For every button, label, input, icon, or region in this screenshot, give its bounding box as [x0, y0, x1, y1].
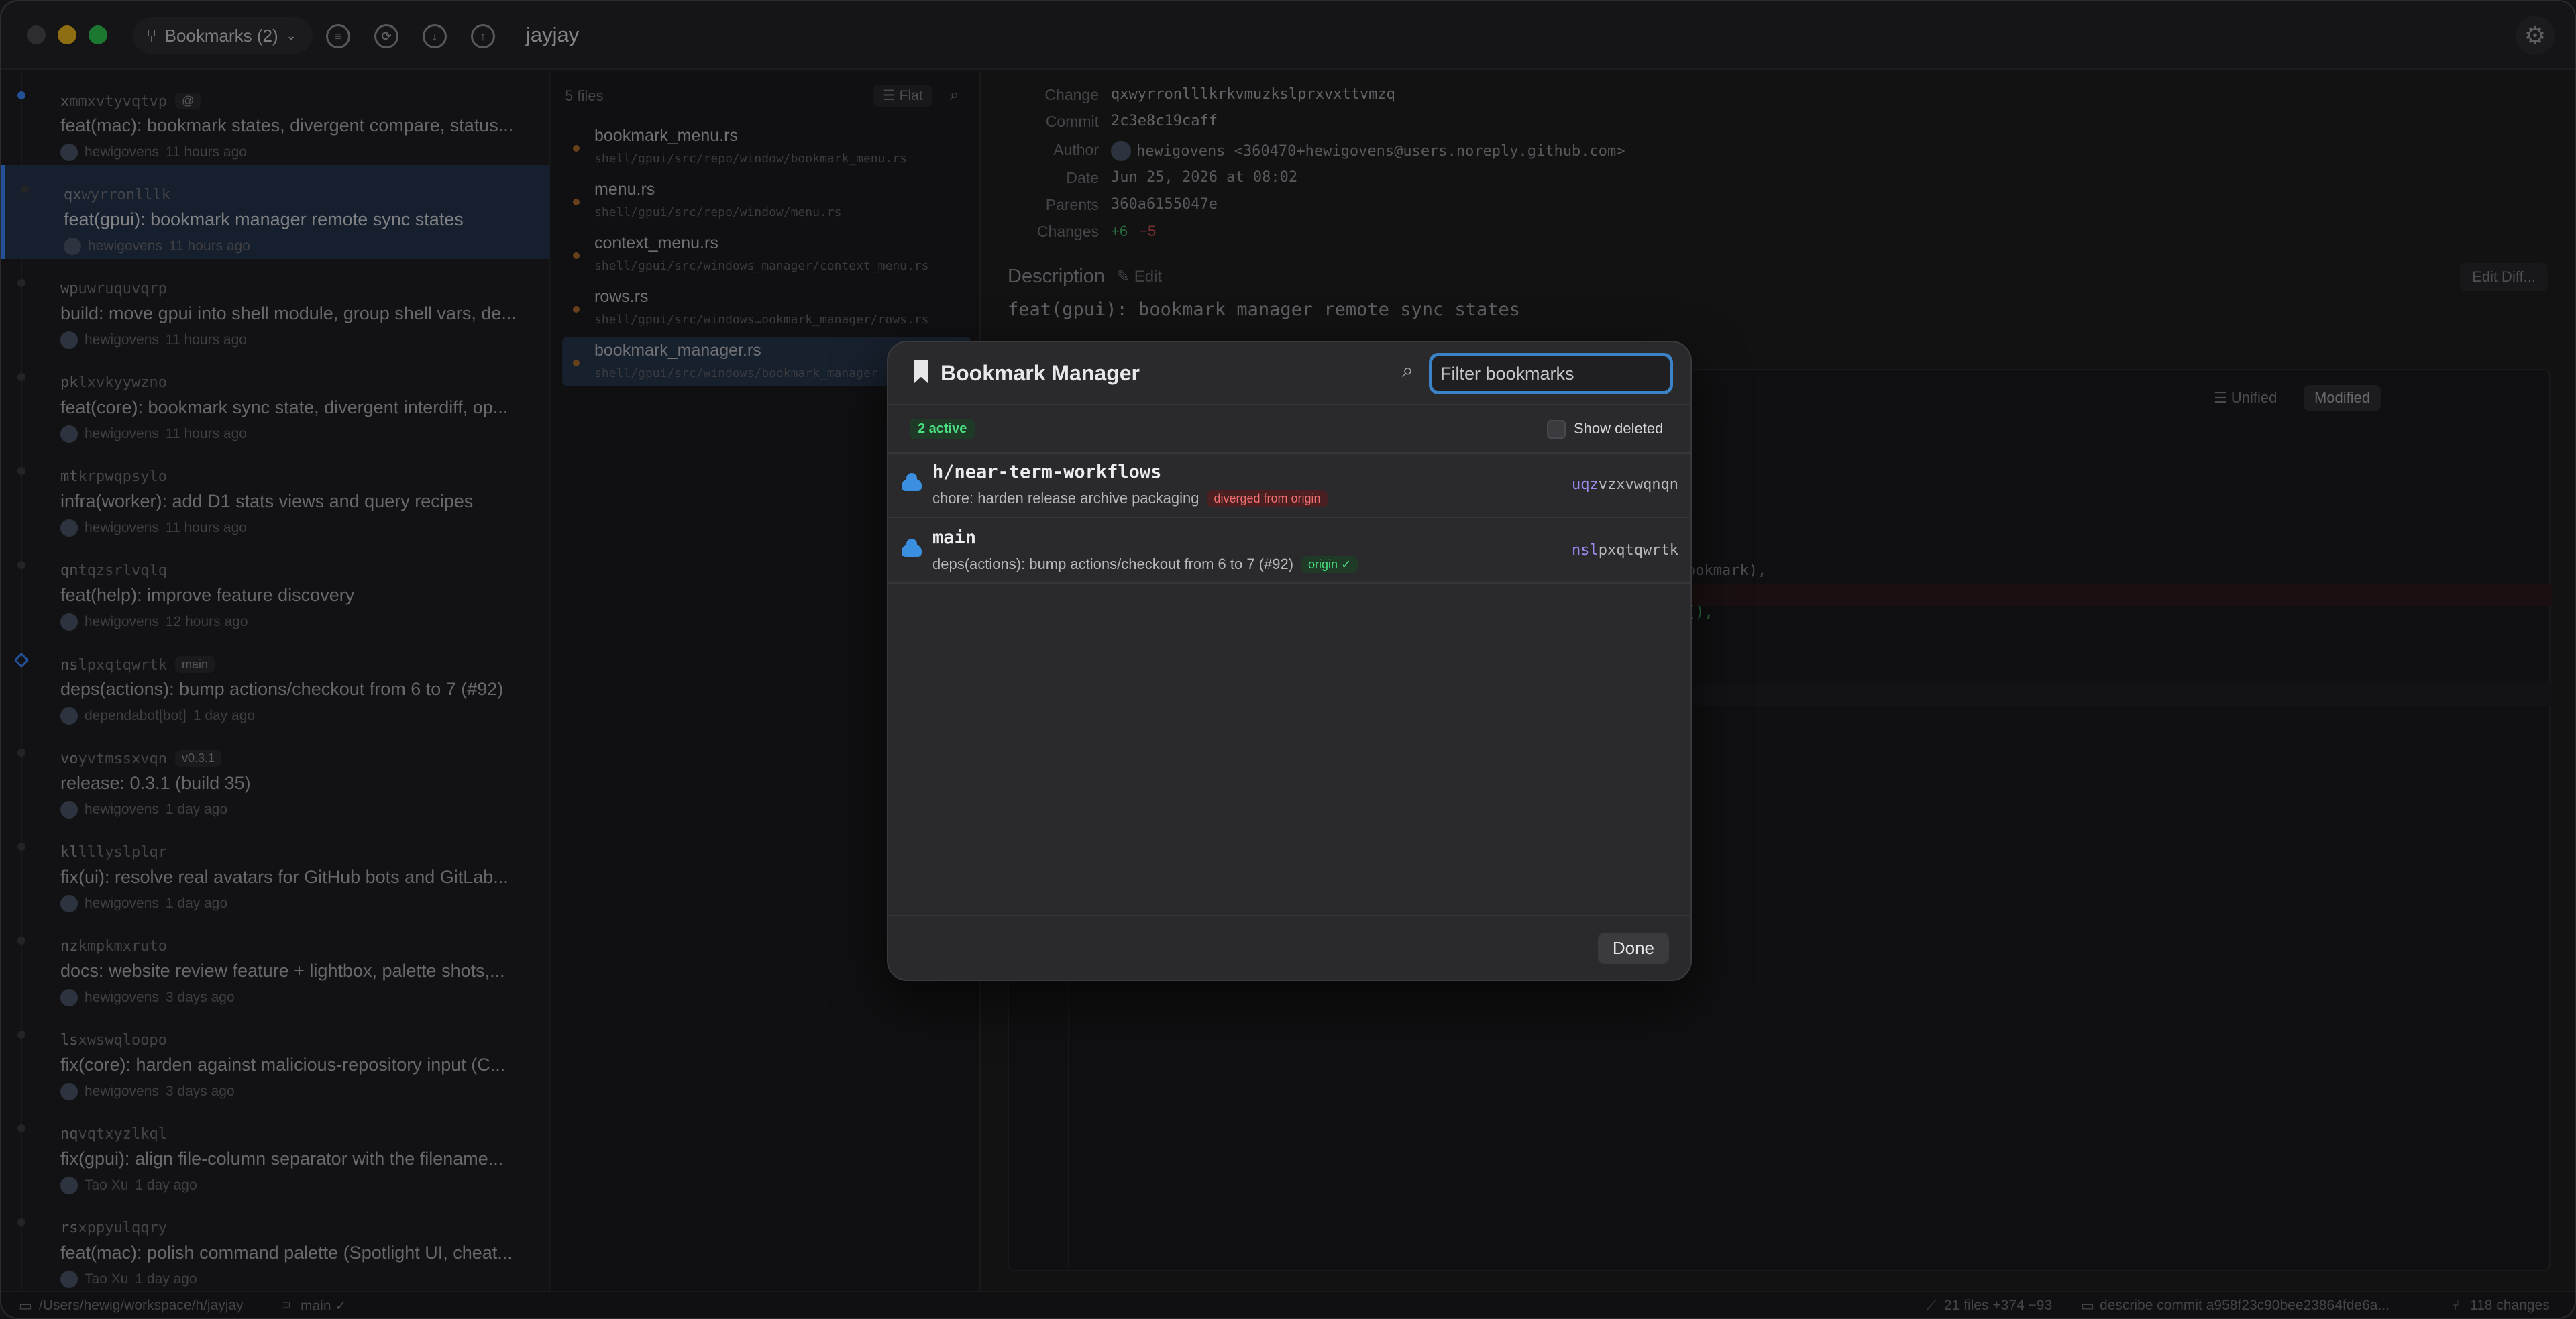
dialog-title: Bookmark Manager [941, 361, 1140, 385]
dialog-toolbar: 2 active Show deleted [888, 407, 1690, 454]
sync-status-badge: diverged from origin [1207, 490, 1328, 507]
sync-status-badge: origin ✓ [1301, 556, 1358, 573]
bookmark-description: deps(actions): bump actions/checkout fro… [932, 556, 1358, 573]
show-deleted-label[interactable]: Show deleted [1574, 420, 1663, 437]
bookmark-row[interactable]: h/near-term-workflows chore: harden relea… [888, 454, 1690, 518]
dialog-header: Bookmark Manager ⌕ [888, 342, 1690, 405]
done-button[interactable]: Done [1597, 933, 1669, 964]
cloud-icon [902, 539, 922, 557]
change-id-prefix: uqz [1572, 476, 1599, 493]
bookmark-name: h/near-term-workflows [932, 462, 1162, 482]
change-id-rest: pxqtqwrtk [1598, 542, 1678, 559]
bookmark-change-id: uqzvzxvwqnqn [1572, 476, 1678, 493]
bookmark-commit-message: chore: harden release archive packaging [932, 490, 1199, 507]
show-deleted-checkbox[interactable] [1547, 420, 1566, 439]
change-id-rest: vzxvwqnqn [1598, 476, 1678, 493]
active-count-badge: 2 active [910, 419, 975, 439]
change-id-prefix: nsl [1572, 542, 1599, 559]
bookmark-row[interactable]: main deps(actions): bump actions/checkout… [888, 519, 1690, 584]
bookmark-icon [914, 360, 928, 384]
bookmark-change-id: nslpxqtqwrtk [1572, 542, 1678, 559]
bookmark-commit-message: deps(actions): bump actions/checkout fro… [932, 556, 1294, 572]
bookmark-manager-dialog: Bookmark Manager ⌕ 2 active Show deleted… [887, 341, 1692, 981]
filter-bookmarks-input[interactable] [1429, 353, 1673, 394]
search-icon: ⌕ [1402, 360, 1413, 382]
dialog-footer: Done [888, 915, 1690, 980]
cloud-icon [902, 473, 922, 491]
bookmark-description: chore: harden release archive packaging d… [932, 490, 1328, 507]
app-window: ⑂ Bookmarks (2) ⌄ ≡ ⟳ ↓ ↑ jayjay ⚙ xmmxv… [0, 0, 2576, 1319]
bookmark-name: main [932, 527, 977, 548]
